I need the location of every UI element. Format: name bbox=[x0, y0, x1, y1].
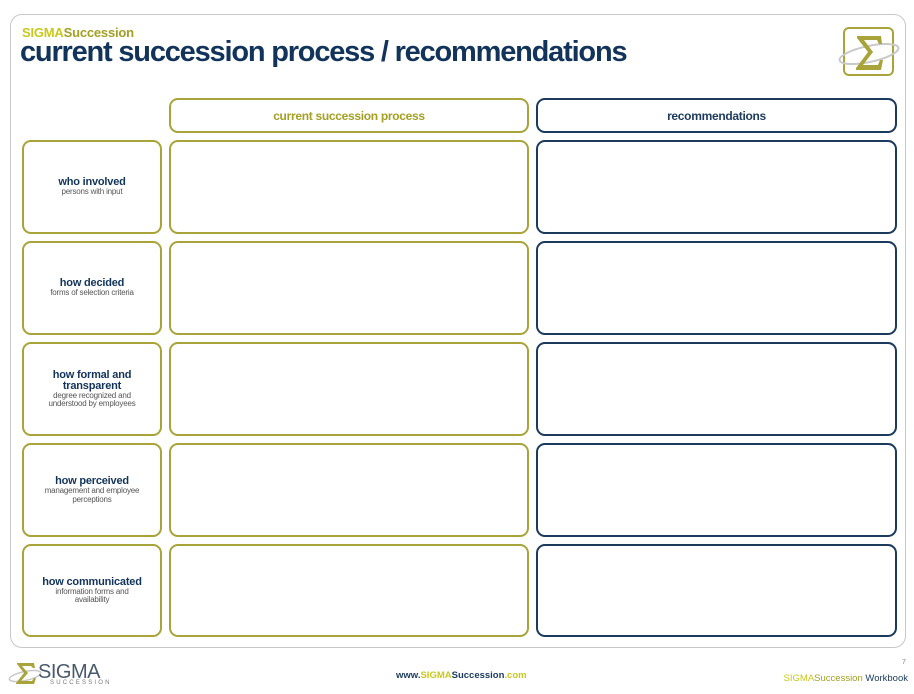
recommendation-cell-how-decided[interactable] bbox=[536, 241, 897, 335]
column-header-current: current succession process bbox=[169, 98, 529, 133]
row-label-who-involved: who involved persons with input bbox=[22, 140, 162, 234]
row-label-how-perceived: how perceived management and employee pe… bbox=[22, 443, 162, 537]
sigma-icon bbox=[8, 663, 42, 684]
row-label-subtitle: forms of selection criteria bbox=[50, 288, 134, 298]
workbook-label: SIGMASuccession Workbook bbox=[784, 673, 908, 684]
recommendation-cell-how-communicated[interactable] bbox=[536, 544, 897, 637]
url-tld: .com bbox=[504, 670, 527, 681]
row-label-how-decided: how decided forms of selection criteria bbox=[22, 241, 162, 335]
url-prefix: www. bbox=[396, 670, 421, 681]
row-label-subtitle: information forms and availability bbox=[55, 586, 129, 604]
column-header-recommendations: recommendations bbox=[536, 98, 897, 133]
workbook-suffix: Workbook bbox=[862, 673, 908, 684]
row-label-subtitle: persons with input bbox=[61, 187, 123, 197]
url-brand: SIGMA bbox=[420, 670, 452, 681]
row-label-subtitle: degree recognized and understood by empl… bbox=[48, 390, 136, 408]
page-title: current succession process / recommendat… bbox=[20, 36, 628, 68]
current-cell-how-decided[interactable] bbox=[169, 241, 529, 335]
workbook-prefix: SIGMA bbox=[783, 673, 815, 684]
row-label-how-formal: how formal and transparent degree recogn… bbox=[22, 342, 162, 436]
row-label-subtitle: management and employee perceptions bbox=[44, 486, 140, 504]
row-label-title: how formal and transparent bbox=[52, 368, 132, 392]
footer-url[interactable]: www.SIGMASuccession.com bbox=[396, 670, 527, 681]
recommendation-cell-how-formal[interactable] bbox=[536, 342, 897, 436]
current-cell-who-involved[interactable] bbox=[169, 140, 529, 234]
page-number: 7 bbox=[902, 659, 906, 666]
workbook-mid: Succession bbox=[814, 673, 863, 684]
footer-logo: SIGMA SUCCESSION bbox=[8, 660, 118, 688]
current-cell-how-perceived[interactable] bbox=[169, 443, 529, 537]
sigma-logo bbox=[838, 27, 900, 76]
current-cell-how-formal[interactable] bbox=[169, 342, 529, 436]
sigma-icon bbox=[838, 36, 900, 70]
url-suffix: Succession bbox=[451, 670, 505, 681]
row-label-title: how communicated bbox=[42, 575, 142, 588]
footer-logo-subtext: SUCCESSION bbox=[50, 680, 112, 686]
current-cell-how-communicated[interactable] bbox=[169, 544, 529, 637]
row-label-how-communicated: how communicated information forms and a… bbox=[22, 544, 162, 637]
recommendation-cell-who-involved[interactable] bbox=[536, 140, 897, 234]
recommendation-cell-how-perceived[interactable] bbox=[536, 443, 897, 537]
